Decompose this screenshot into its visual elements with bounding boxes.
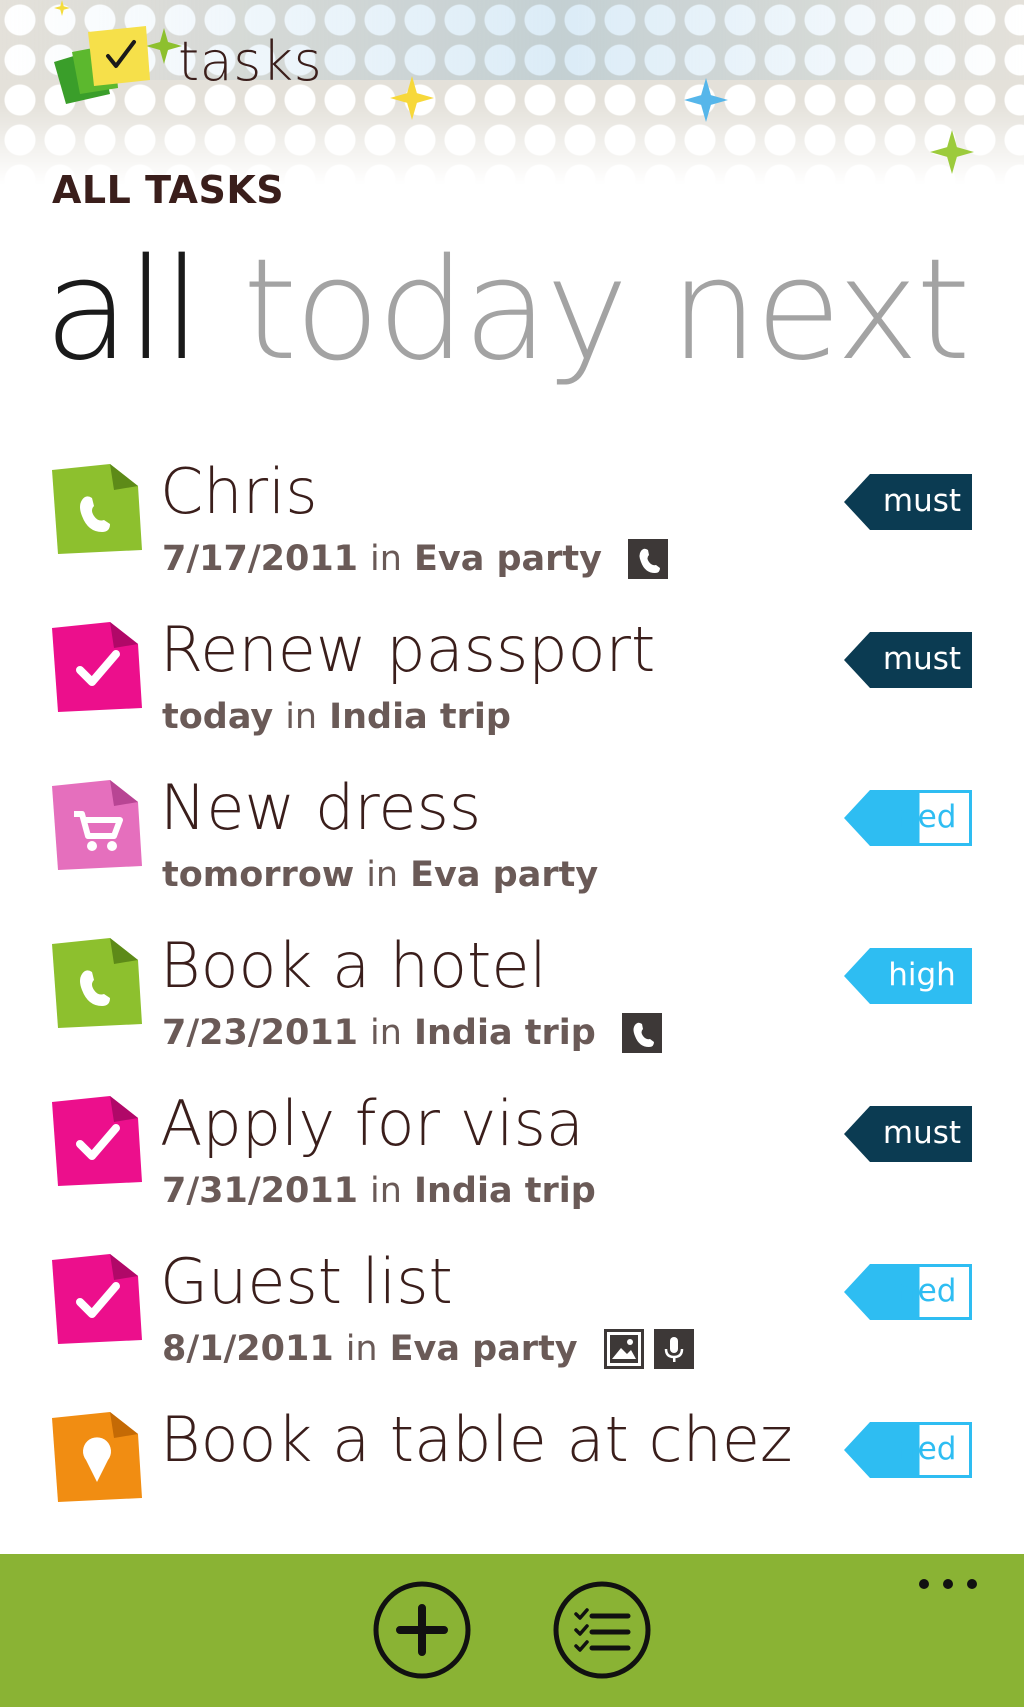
task-list-name: India trip [413,1013,596,1053]
check-icon [52,622,142,712]
task-meta: 7/17/2011 in Eva party [162,536,668,582]
add-icon[interactable] [372,1580,472,1680]
pivot-item-all[interactable]: all [44,236,202,386]
task-due: 7/31/2011 [162,1171,359,1211]
task-title: Renew passport [160,613,656,686]
priority-label: high [888,957,956,993]
task-list-name: India trip [413,1171,596,1211]
task-row[interactable]: New dress tomorrow in Eva party med [0,762,1024,922]
task-list-name: Eva party [410,855,599,895]
task-row[interactable]: Book a table at chez med [0,1394,1024,1554]
task-list-name: India trip [329,697,511,737]
sparkle-blue-icon [684,78,728,122]
task-title: Apply for visa [160,1087,584,1160]
task-due: 7/23/2011 [162,1013,359,1053]
list-icon[interactable] [552,1580,652,1680]
task-due: today [162,697,274,737]
task-row[interactable]: Renew passport today in India trip must [0,604,1024,764]
task-title: Chris [160,455,318,528]
task-list-name: Eva party [389,1329,578,1369]
task-in: in [370,1013,402,1053]
task-title: Guest list [160,1245,453,1318]
sparkle-yellow-left-icon [54,0,70,16]
app-logo-icon [54,26,150,104]
phone-icon [52,464,142,554]
task-meta: 7/31/2011 in India trip [162,1168,596,1214]
more-icon[interactable] [916,1572,980,1596]
priority-label: must [882,641,962,677]
pivot-item-today[interactable]: today [243,236,629,386]
phone-icon [52,938,142,1028]
priority-label: must [882,1115,962,1151]
task-in: in [370,1171,402,1211]
page-title: ALL TASKS [52,168,285,212]
priority-label: must [882,483,962,519]
sparkle-yellow-icon [390,76,434,120]
task-in: in [370,539,402,579]
check-icon [52,1096,142,1186]
task-title: New dress [160,771,482,844]
task-row[interactable]: Guest list 8/1/2011 in Eva party med [0,1236,1024,1396]
task-in: in [345,1329,378,1369]
task-list: Chris 7/17/2011 in Eva party must Renew … [0,446,1024,1554]
mic-attachment-icon [653,1329,694,1369]
cart-icon [52,780,142,870]
task-due: tomorrow [162,855,355,895]
pivot-header: all today next [44,236,1024,406]
task-title: Book a table at chez [160,1403,793,1476]
task-in: in [285,697,318,737]
task-title: Book a hotel [160,929,547,1002]
phone-attachment-icon [627,539,668,579]
task-due: 7/17/2011 [162,539,359,579]
check-icon [52,1254,142,1344]
task-row[interactable]: Chris 7/17/2011 in Eva party must [0,446,1024,606]
task-meta: today in India trip [162,694,511,740]
app-name: tasks [178,30,323,93]
app-bar [0,1554,1024,1707]
image-attachment-icon [603,1329,644,1369]
task-row[interactable]: Book a hotel 7/23/2011 in India trip hig… [0,920,1024,1080]
location-icon [52,1412,142,1502]
phone-attachment-icon [621,1013,662,1053]
task-due: 8/1/2011 [162,1329,334,1369]
task-row[interactable]: Apply for visa 7/31/2011 in India trip m… [0,1078,1024,1238]
priority-label: med [887,1431,957,1467]
sparkle-green-icon [930,130,974,174]
task-list-name: Eva party [413,539,602,579]
task-meta: tomorrow in Eva party [162,852,598,898]
priority-label: med [887,1273,957,1309]
task-meta: 8/1/2011 in Eva party [162,1326,694,1372]
priority-label: med [872,790,972,846]
task-meta: 7/23/2011 in India trip [162,1010,662,1056]
pivot-item-next[interactable]: next [670,236,971,386]
task-in: in [366,855,399,895]
